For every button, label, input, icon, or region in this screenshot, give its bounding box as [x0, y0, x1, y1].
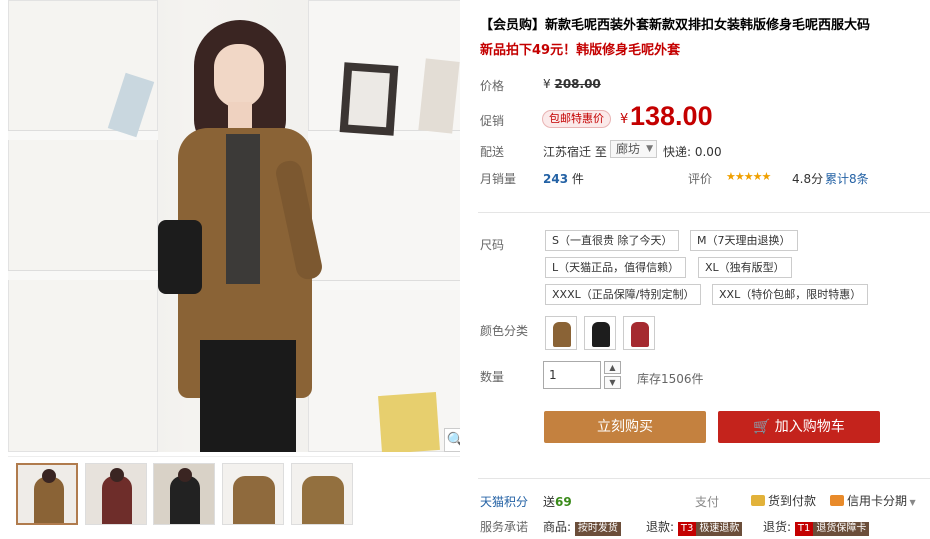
price-label: 价格 [480, 79, 505, 93]
quantity-input[interactable]: 1 [543, 361, 601, 389]
cod-icon [751, 495, 765, 506]
rating-label: 评价 [688, 172, 713, 186]
payment-label: 支付 [695, 495, 720, 509]
divider [478, 478, 930, 479]
color-swatch-black[interactable] [584, 316, 616, 350]
review-count-link[interactable]: 累计8条 [825, 170, 869, 187]
thumbnail-1[interactable] [16, 463, 78, 525]
quantity-increase-button[interactable]: ▲ [604, 361, 621, 374]
pay-credit-installment[interactable]: 信用卡分期 ▼ [830, 492, 916, 509]
shipping-label: 配送 [480, 145, 505, 159]
stock-count: 库存1506件 [637, 372, 704, 386]
promo-label: 促销 [480, 114, 505, 128]
quantity-decrease-button[interactable]: ▼ [604, 376, 621, 389]
product-title: 【会员购】新款毛呢西装外套新款双排扣女装韩版修身毛呢西服大码 [480, 18, 871, 33]
pay-cod[interactable]: 货到付款 [751, 492, 816, 509]
divider [478, 212, 930, 213]
service-refund[interactable]: 退款: T3 极速退款 [646, 518, 743, 536]
quantity-label: 数量 [480, 370, 505, 384]
color-label: 颜色分类 [480, 324, 529, 338]
main-product-photo[interactable]: 🔍 [8, 0, 460, 452]
add-to-cart-button[interactable]: 🛒 加入购物车 [718, 411, 880, 443]
thumbnail-5[interactable] [291, 463, 353, 525]
shipping-destination-select[interactable]: 廊坊 ▼ [610, 140, 658, 158]
credit-card-icon [830, 495, 844, 506]
thumbnail-4[interactable] [222, 463, 284, 525]
size-option-l[interactable]: L（天猫正品，值得信赖） [545, 257, 687, 278]
service-return[interactable]: 退货: T1 退货保障卡 [763, 518, 870, 536]
promo-price: 138.00 [630, 101, 713, 131]
size-option-xxxl[interactable]: XXXL（正品保障/特别定制） [545, 284, 702, 305]
rating-stars: ★★★★★ [726, 170, 771, 183]
thumbnail-strip [8, 456, 460, 530]
promo-currency: ¥ [620, 112, 629, 127]
model-figure [158, 10, 348, 452]
shipping-origin: 江苏宿迁 至 [543, 145, 607, 159]
shipping-fee: 快递: 0.00 [663, 145, 722, 159]
product-gallery: 🔍 [0, 0, 462, 539]
size-label: 尺码 [480, 238, 505, 252]
buy-now-button[interactable]: 立刻购买 [544, 411, 706, 443]
points-label[interactable]: 天猫积分 [480, 493, 528, 510]
product-subtitle: 新品拍下49元！韩版修身毛呢外套 [480, 43, 681, 58]
monthly-sales: 243 件 [543, 172, 584, 186]
size-option-xl[interactable]: XL（独有版型） [698, 257, 792, 278]
cart-icon: 🛒 [753, 419, 771, 435]
promo-badge: 包邮特惠价 [542, 110, 611, 128]
sales-label: 月销量 [480, 172, 517, 186]
service-goods[interactable]: 商品: 按时发货 [543, 518, 621, 536]
size-option-xxl[interactable]: XXL（特价包邮，限时特惠） [712, 284, 869, 305]
color-swatch-brown[interactable] [545, 316, 577, 350]
product-info: 【会员购】新款毛呢西装外套新款双排扣女装韩版修身毛呢西服大码 新品拍下49元！韩… [470, 0, 930, 539]
rating-score: 4.8分 [792, 172, 824, 186]
chevron-down-icon: ▼ [646, 144, 654, 154]
points-value: 送69 [543, 495, 572, 509]
color-swatch-red[interactable] [623, 316, 655, 350]
thumbnail-2[interactable] [85, 463, 147, 525]
size-option-m[interactable]: M（7天理由退换） [690, 230, 798, 251]
size-option-s[interactable]: S（一直很贵 除了今天） [545, 230, 680, 251]
original-price: ¥ 208.00 [543, 77, 601, 91]
zoom-icon[interactable]: 🔍 [444, 428, 460, 452]
service-label: 服务承诺 [480, 520, 529, 534]
thumbnail-3[interactable] [153, 463, 215, 525]
